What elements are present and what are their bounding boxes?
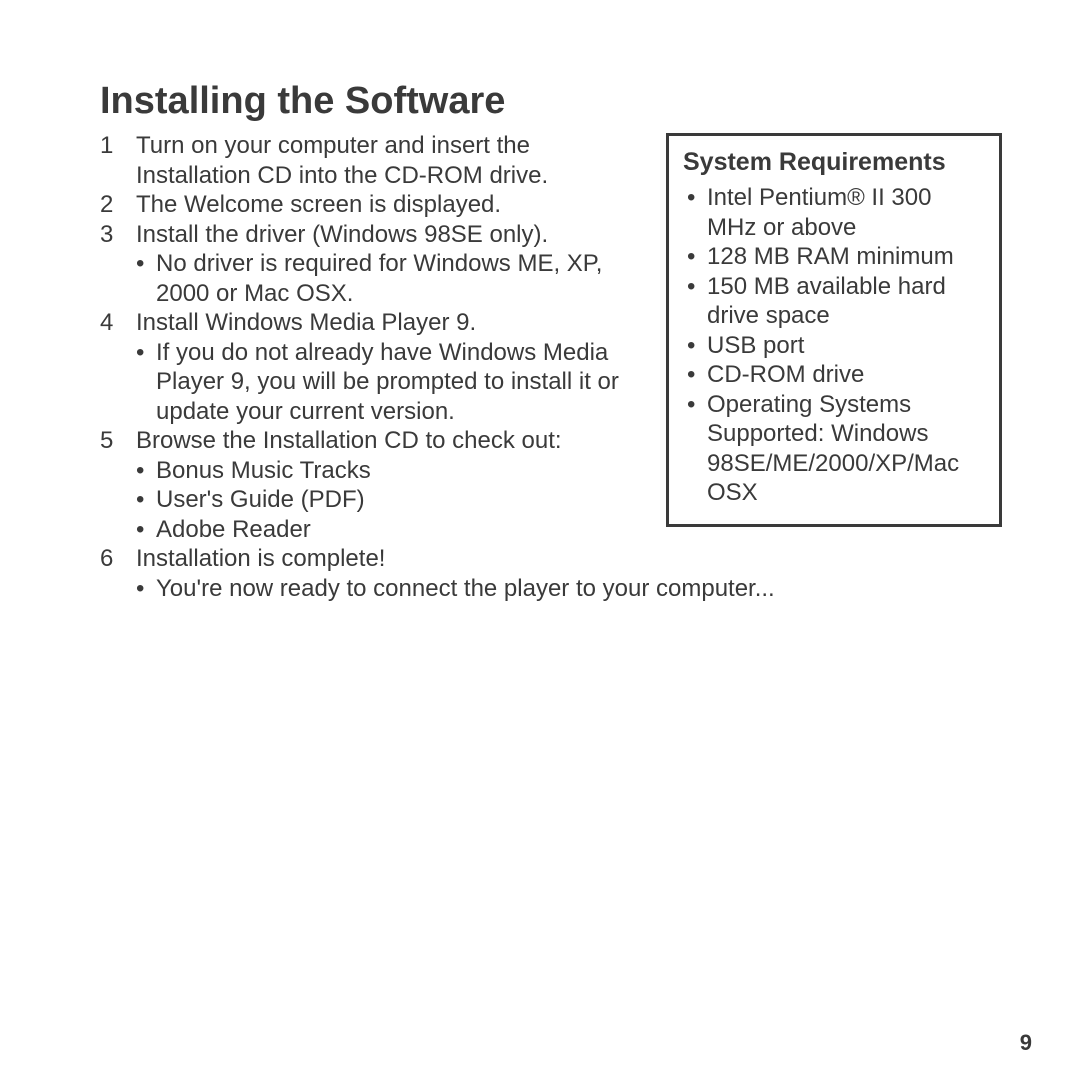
sub-list: You're now ready to connect the player t… — [136, 574, 1002, 604]
page-number: 9 — [1020, 1030, 1032, 1056]
step-item: The Welcome screen is displayed. — [100, 190, 1002, 220]
sub-list: If you do not already have Windows Media… — [136, 338, 1002, 427]
step-text: Turn on your computer and insert the Ins… — [136, 132, 548, 189]
step-item: Installation is complete! You're now rea… — [100, 544, 1002, 603]
install-steps: Turn on your computer and insert the Ins… — [100, 131, 1002, 603]
step-text: Install the driver (Windows 98SE only). — [136, 221, 548, 248]
sub-item: User's Guide (PDF) — [136, 485, 1002, 515]
main-content: System Requirements Intel Pentium® II 30… — [100, 131, 1002, 603]
sub-item: No driver is required for Windows ME, XP… — [136, 249, 1002, 308]
step-text: The Welcome screen is displayed. — [136, 191, 501, 218]
page-title: Installing the Software — [100, 80, 1002, 123]
sub-item: Adobe Reader — [136, 515, 1002, 545]
step-item: Browse the Installation CD to check out:… — [100, 426, 1002, 544]
step-text: Install Windows Media Player 9. — [136, 309, 476, 336]
sub-list: Bonus Music Tracks User's Guide (PDF) Ad… — [136, 456, 1002, 545]
step-text: Installation is complete! — [136, 545, 385, 572]
step-item: Install the driver (Windows 98SE only). … — [100, 220, 1002, 309]
step-text: Browse the Installation CD to check out: — [136, 427, 562, 454]
sub-item: You're now ready to connect the player t… — [136, 574, 1002, 604]
sub-item: Bonus Music Tracks — [136, 456, 1002, 486]
step-item: Turn on your computer and insert the Ins… — [100, 131, 1002, 190]
sub-list: No driver is required for Windows ME, XP… — [136, 249, 1002, 308]
step-item: Install Windows Media Player 9. If you d… — [100, 308, 1002, 426]
sub-item: If you do not already have Windows Media… — [136, 338, 1002, 427]
